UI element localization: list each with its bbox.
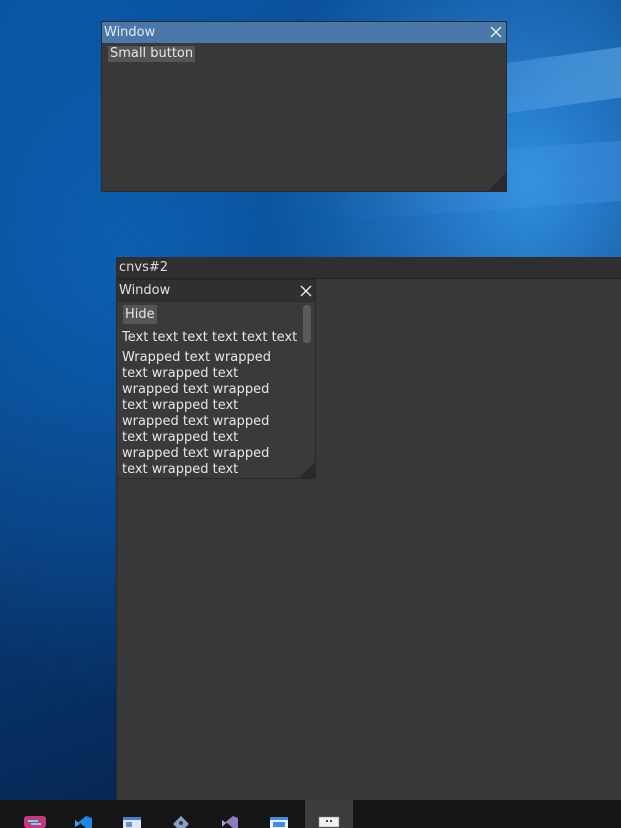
canvas-titlebar[interactable]: cnvs#2 <box>117 257 621 279</box>
window-titlebar[interactable]: Window <box>117 280 315 302</box>
vertical-scrollbar[interactable] <box>303 305 311 343</box>
close-icon[interactable] <box>298 283 314 299</box>
display-app-icon <box>318 816 340 828</box>
taskbar-item-visual-studio[interactable] <box>206 800 254 828</box>
canvas-title: cnvs#2 <box>119 260 169 275</box>
taskbar <box>0 800 621 828</box>
resize-grip[interactable] <box>488 173 506 191</box>
git-client-icon <box>24 816 46 828</box>
window-title: Window <box>104 25 156 40</box>
resize-grip[interactable] <box>299 462 315 478</box>
floating-window[interactable]: Window Small button <box>101 21 507 192</box>
window-title: Window <box>119 283 171 298</box>
wrapped-text: Wrapped text wrapped text wrapped text w… <box>122 350 271 477</box>
close-icon[interactable] <box>488 24 504 40</box>
small-button[interactable]: Small button <box>108 46 196 62</box>
vscode-icon <box>75 816 92 828</box>
document-icon <box>123 817 141 828</box>
visual-studio-icon <box>222 816 238 828</box>
window-titlebar[interactable]: Window <box>102 22 506 43</box>
inner-window[interactable]: Window Hide Text text text text text tex… <box>116 279 316 479</box>
taskbar-item-git-client[interactable] <box>11 800 59 828</box>
app-window-icon <box>270 817 288 828</box>
taskbar-item-git[interactable] <box>157 800 205 828</box>
taskbar-item-app-window[interactable] <box>255 800 303 828</box>
taskbar-item-vscode[interactable] <box>60 800 108 828</box>
hide-button[interactable]: Hide <box>123 305 157 324</box>
taskbar-item-document[interactable] <box>108 800 156 828</box>
single-line-text: Text text text text text text text text <box>122 330 298 345</box>
taskbar-item-display-app[interactable] <box>305 800 353 828</box>
git-icon <box>173 816 189 828</box>
